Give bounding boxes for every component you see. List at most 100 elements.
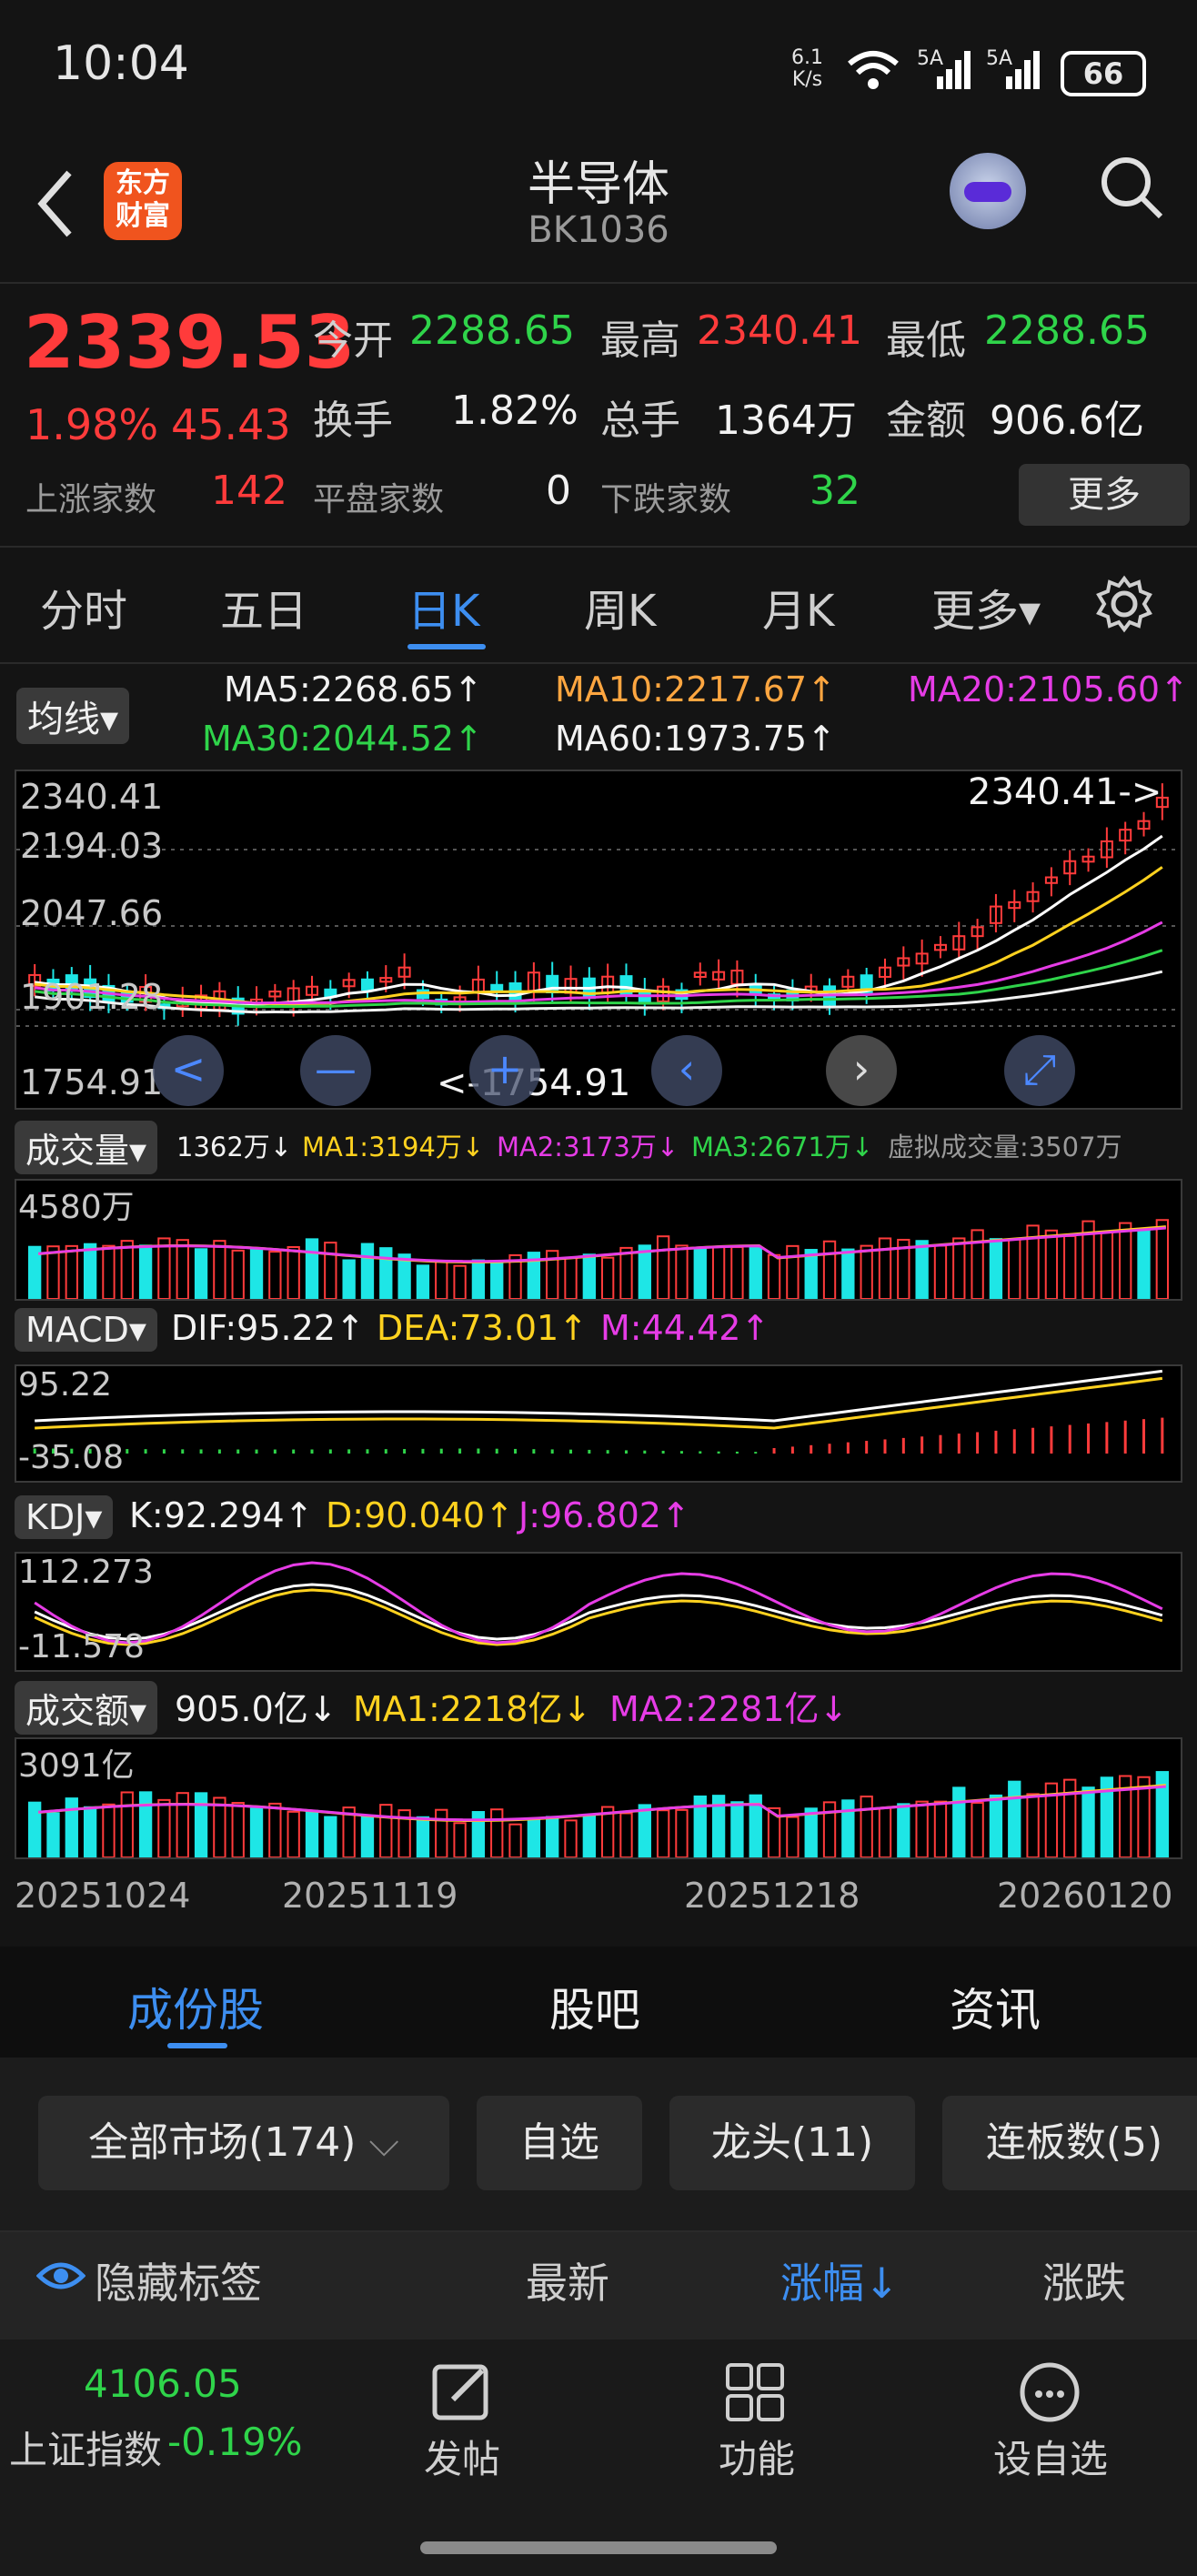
amount-bar xyxy=(324,1816,337,1858)
amount-bar xyxy=(416,1816,430,1858)
volume-bar xyxy=(582,1253,597,1301)
fullscreen-button[interactable]: ⤢ xyxy=(1004,1035,1075,1106)
amount-bar xyxy=(619,1812,633,1859)
tab-monthly-k[interactable]: 月K xyxy=(762,575,834,639)
index-value[interactable]: 4106.05 xyxy=(84,2361,242,2406)
ma30-value: MA30:2044.52↑ xyxy=(202,719,483,759)
index-name[interactable]: 上证指数 xyxy=(9,2420,162,2475)
volume-bar xyxy=(1155,1219,1169,1300)
sort-latest[interactable]: 最新 xyxy=(526,2250,609,2310)
volume-bar xyxy=(120,1240,134,1300)
amount-bar xyxy=(971,1801,984,1858)
settings-gear-icon[interactable] xyxy=(1095,575,1153,633)
sort-change[interactable]: 涨跌 xyxy=(1042,2250,1126,2310)
macd-chart[interactable]: 95.22 -35.08 xyxy=(15,1364,1182,1483)
amount-bar xyxy=(804,1807,818,1859)
macd-bottom-label: -35.08 xyxy=(18,1439,125,1476)
net-speed-unit: K/s xyxy=(791,68,823,91)
kline-chart[interactable]: 2340.41 2194.03 2047.66 1901.28 1754.91 … xyxy=(15,770,1182,1110)
amount-canvas xyxy=(28,1771,1169,1859)
tab-intraday[interactable]: 分时 xyxy=(40,575,127,639)
scroll-left-button[interactable]: ‹ xyxy=(651,1035,722,1106)
ma-selector[interactable]: 均线▾ xyxy=(16,688,130,744)
macd-dif-line xyxy=(35,1369,1163,1423)
volume-bar xyxy=(213,1240,226,1300)
battery-icon: 66 xyxy=(1061,51,1146,96)
tab-more[interactable]: 更多▾ xyxy=(931,575,1041,639)
assistant-robot-icon[interactable] xyxy=(950,153,1026,229)
hide-tags-toggle[interactable]: 隐藏标签 xyxy=(95,2250,262,2310)
kdj-bottom-label: -11.578 xyxy=(18,1628,145,1665)
volume-bar xyxy=(379,1247,393,1300)
chevron-down-icon: ⌵ xyxy=(368,2119,399,2166)
macd-selector[interactable]: MACD▾ xyxy=(15,1308,157,1352)
date-label-2: 20251119 xyxy=(282,1876,458,1916)
divider xyxy=(0,546,1197,548)
zoom-minus-button[interactable]: — xyxy=(300,1035,371,1106)
zoom-out-left-button[interactable]: < xyxy=(153,1035,224,1106)
sort-change-percent[interactable]: 涨幅↓ xyxy=(780,2250,900,2310)
tab-weekly-k[interactable]: 周K xyxy=(584,575,656,639)
amount-bar xyxy=(564,1819,578,1858)
eye-icon[interactable] xyxy=(36,2258,86,2294)
amount-selector[interactable]: 成交额▾ xyxy=(15,1681,158,1735)
volume-bar xyxy=(360,1243,375,1300)
amount-bar xyxy=(730,1801,744,1859)
amount-chart[interactable]: 3091亿 xyxy=(15,1737,1182,1859)
scroll-right-button[interactable]: › xyxy=(826,1035,897,1106)
volume-ma1: MA1:3194万↓ xyxy=(302,1132,485,1162)
tab-five-day[interactable]: 五日 xyxy=(220,575,307,639)
more-button[interactable]: 更多 xyxy=(1019,464,1190,526)
filter-all-markets[interactable]: 全部市场(174) ⌵ xyxy=(38,2096,449,2190)
volume-bar xyxy=(65,1244,78,1300)
volume-bar xyxy=(656,1235,670,1300)
volume-bar xyxy=(176,1239,189,1300)
search-icon[interactable] xyxy=(1097,153,1166,222)
amount-bar xyxy=(138,1791,153,1859)
volume-selector[interactable]: 成交量▾ xyxy=(15,1121,158,1174)
filter-watchlist[interactable]: 自选 xyxy=(477,2096,642,2190)
filter-consecutive-limit[interactable]: 连板数(5) xyxy=(942,2096,1197,2190)
volume-bar xyxy=(711,1246,726,1300)
volume-chart[interactable]: 4580万 xyxy=(15,1179,1182,1301)
candle-body xyxy=(490,983,504,991)
volume-bar xyxy=(138,1244,153,1301)
volume-bar xyxy=(693,1247,707,1300)
volume-max-label: 4580万 xyxy=(18,1189,135,1226)
kdj-chart[interactable]: 112.273 -11.578 xyxy=(15,1552,1182,1672)
amount-bar xyxy=(527,1819,541,1858)
tab-daily-k[interactable]: 日K xyxy=(407,575,479,639)
volume-bar xyxy=(1008,1238,1021,1300)
add-watchlist-icon[interactable] xyxy=(1017,2361,1084,2423)
ma60-value: MA60:1973.75↑ xyxy=(555,719,836,759)
date-label-1: 20251024 xyxy=(15,1876,191,1916)
tab-news[interactable]: 资讯 xyxy=(950,1974,1041,2039)
compose-post-icon[interactable] xyxy=(428,2361,500,2423)
tab-forum[interactable]: 股吧 xyxy=(549,1974,640,2039)
volume-bar xyxy=(342,1259,356,1300)
tab-constituents[interactable]: 成份股 xyxy=(127,1974,264,2039)
amount-ma2: MA2:2281亿↓ xyxy=(609,1689,849,1729)
current-price: 2339.53 xyxy=(24,300,356,385)
macd-dif: DIF:95.22↑ xyxy=(171,1308,365,1348)
turnover-label: 换手 xyxy=(313,397,393,444)
filter-leaders[interactable]: 龙头(11) xyxy=(669,2096,915,2190)
index-change-percent[interactable]: -0.19% xyxy=(167,2420,303,2464)
amount-bar xyxy=(490,1808,504,1858)
kdj-selector[interactable]: KDJ▾ xyxy=(15,1495,114,1539)
amount-bar xyxy=(1026,1793,1040,1858)
volume-current: 1362万↓ xyxy=(176,1132,293,1162)
divider xyxy=(0,662,1197,664)
volume-bar xyxy=(102,1244,116,1301)
zoom-plus-button[interactable]: + xyxy=(469,1035,540,1106)
add-watchlist-button[interactable]: 设自选 xyxy=(993,2429,1108,2484)
volume-ma2: MA2:3173万↓ xyxy=(497,1132,679,1162)
kdj-j: J:96.802↑ xyxy=(518,1495,690,1535)
functions-grid-icon[interactable] xyxy=(724,2361,788,2423)
post-button[interactable]: 发帖 xyxy=(424,2429,500,2484)
functions-button[interactable]: 功能 xyxy=(719,2429,795,2484)
volume-bar xyxy=(324,1242,337,1300)
down-count-label: 下跌家数 xyxy=(600,481,732,518)
amount-bar xyxy=(379,1804,393,1858)
change-amount: 45.43 xyxy=(171,400,291,449)
